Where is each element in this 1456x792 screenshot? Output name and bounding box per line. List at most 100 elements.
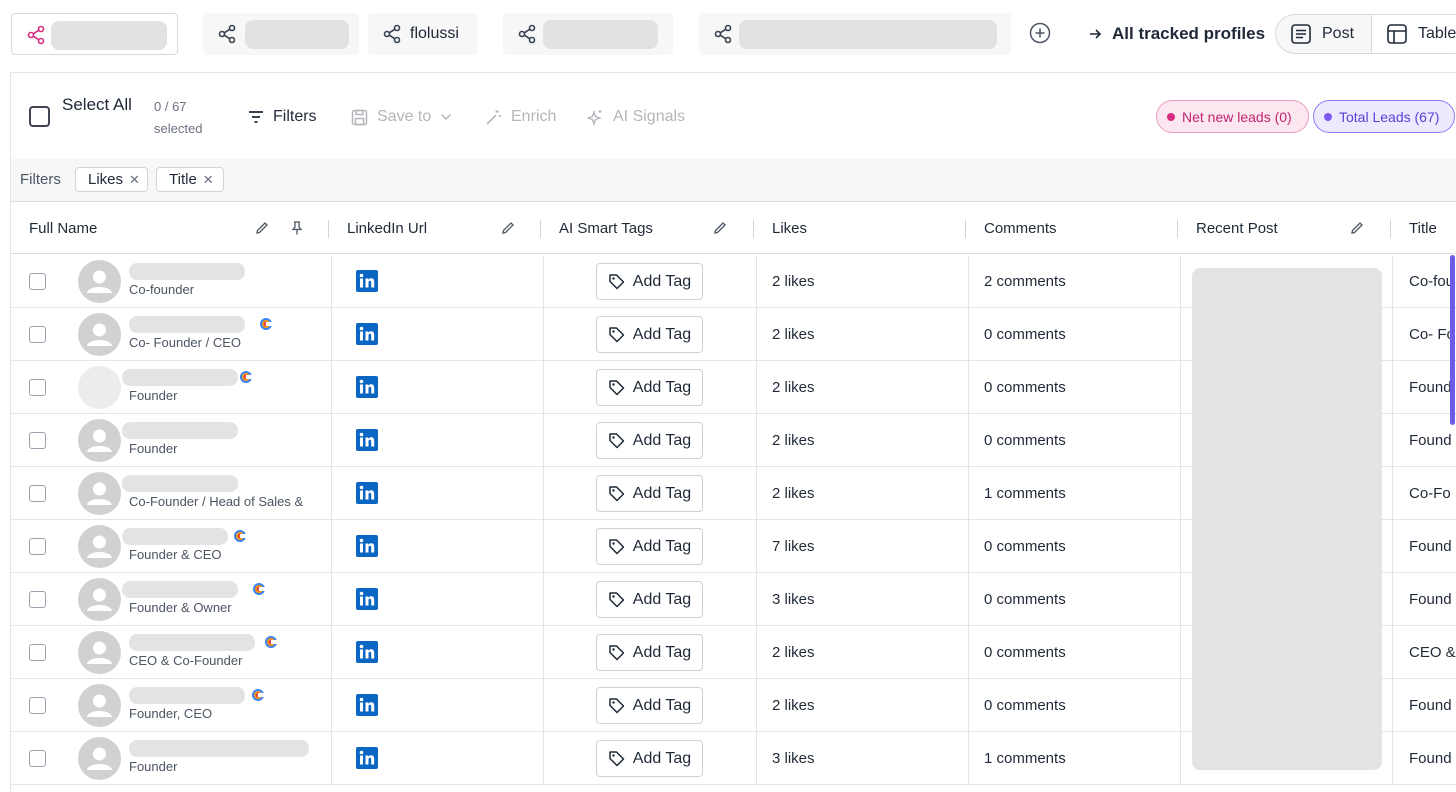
lead-role: Co-founder: [129, 282, 195, 297]
filter-chip-label: Title: [169, 171, 197, 188]
add-tag-button[interactable]: Add Tag: [596, 687, 703, 724]
enrich-button[interactable]: Enrich: [485, 106, 556, 128]
profile-tab-1[interactable]: [11, 13, 178, 55]
column-header-title[interactable]: Title: [1409, 202, 1437, 254]
row-checkbox[interactable]: [29, 644, 46, 661]
tag-icon: [609, 380, 625, 396]
chevron-down-icon: [441, 113, 452, 121]
name-placeholder: [122, 422, 238, 439]
pencil-icon[interactable]: [712, 220, 728, 236]
all-tracked-profiles-link[interactable]: All tracked profiles: [1088, 22, 1265, 46]
tag-icon: [609, 539, 625, 555]
row-checkbox[interactable]: [29, 750, 46, 767]
cell-divider: [756, 520, 757, 573]
ai-signals-button[interactable]: AI Signals: [587, 106, 685, 128]
name-placeholder: [129, 634, 255, 651]
filter-chip-label: Likes: [88, 171, 124, 188]
likes-value: 2 likes: [772, 485, 815, 502]
row-checkbox[interactable]: [29, 379, 46, 396]
purple-dot-icon: [1324, 112, 1332, 121]
net-new-leads-pill[interactable]: Net new leads (0): [1156, 100, 1309, 133]
add-tag-button[interactable]: Add Tag: [596, 634, 703, 671]
column-divider[interactable]: [1390, 220, 1391, 238]
pencil-icon[interactable]: [254, 220, 270, 236]
linkedin-icon[interactable]: [356, 747, 378, 769]
linkedin-icon[interactable]: [356, 270, 378, 292]
column-header-ai-smart-tags[interactable]: AI Smart Tags: [559, 202, 653, 254]
add-tag-button[interactable]: Add Tag: [596, 740, 703, 777]
filter-chip-title[interactable]: Title ✕: [156, 167, 224, 192]
likes-value: 2 likes: [772, 326, 815, 343]
recent-post-preview[interactable]: [1192, 268, 1382, 770]
linkedin-icon[interactable]: [356, 641, 378, 663]
user-silhouette-icon: [78, 366, 121, 409]
avatar: [78, 472, 121, 515]
column-divider[interactable]: [753, 220, 754, 238]
column-divider[interactable]: [965, 220, 966, 238]
linkedin-icon[interactable]: [356, 323, 378, 345]
total-leads-pill[interactable]: Total Leads (67): [1313, 100, 1455, 133]
row-checkbox[interactable]: [29, 538, 46, 555]
column-header-comments[interactable]: Comments: [984, 202, 1057, 254]
cell-divider: [331, 414, 332, 467]
row-checkbox[interactable]: [29, 485, 46, 502]
avatar: [78, 631, 121, 674]
profile-tab-4[interactable]: [503, 13, 673, 55]
add-tag-button[interactable]: Add Tag: [596, 528, 703, 565]
column-header-likes[interactable]: Likes: [772, 202, 807, 254]
vertical-scrollbar[interactable]: [1450, 255, 1455, 425]
column-header-full-name[interactable]: Full Name: [29, 202, 97, 254]
linkedin-icon[interactable]: [356, 694, 378, 716]
add-tag-button[interactable]: Add Tag: [596, 422, 703, 459]
close-icon[interactable]: ✕: [129, 172, 140, 188]
column-header-recent-post[interactable]: Recent Post: [1196, 202, 1278, 254]
column-header-linkedin-url[interactable]: LinkedIn Url: [347, 202, 427, 254]
profile-tab-2[interactable]: [203, 13, 359, 55]
linkedin-icon[interactable]: [356, 535, 378, 557]
cell-divider: [543, 308, 544, 361]
add-tag-button[interactable]: Add Tag: [596, 369, 703, 406]
add-tag-label: Add Tag: [632, 696, 692, 714]
row-checkbox[interactable]: [29, 432, 46, 449]
likes-value: 3 likes: [772, 591, 815, 608]
view-post-button[interactable]: Post: [1290, 15, 1354, 53]
pin-icon[interactable]: [289, 220, 305, 236]
linkedin-icon[interactable]: [356, 376, 378, 398]
add-tag-button[interactable]: Add Tag: [596, 475, 703, 512]
lead-role: Founder, CEO: [129, 706, 213, 721]
enrich-label: Enrich: [511, 108, 557, 125]
column-divider[interactable]: [1177, 220, 1178, 238]
row-checkbox[interactable]: [29, 591, 46, 608]
filter-chip-likes[interactable]: Likes ✕: [75, 167, 148, 192]
cell-divider: [331, 679, 332, 732]
cell-divider: [543, 626, 544, 679]
column-divider[interactable]: [328, 220, 329, 238]
row-checkbox[interactable]: [29, 273, 46, 290]
cell-divider: [543, 573, 544, 626]
add-tag-label: Add Tag: [632, 643, 692, 661]
comments-value: 2 comments: [984, 273, 1066, 290]
filters-button[interactable]: Filters: [248, 106, 317, 128]
pencil-icon[interactable]: [500, 220, 516, 236]
column-divider[interactable]: [540, 220, 541, 238]
cell-divider: [1392, 308, 1393, 361]
profile-tab-5[interactable]: [699, 13, 1011, 55]
add-tab-icon[interactable]: [1029, 22, 1051, 44]
linkedin-icon[interactable]: [356, 429, 378, 451]
row-checkbox[interactable]: [29, 326, 46, 343]
add-tag-button[interactable]: Add Tag: [596, 263, 703, 300]
row-checkbox[interactable]: [29, 697, 46, 714]
pencil-icon[interactable]: [1349, 220, 1365, 236]
save-to-button[interactable]: Save to: [351, 106, 452, 128]
add-tag-button[interactable]: Add Tag: [596, 316, 703, 353]
linkedin-icon[interactable]: [356, 588, 378, 610]
add-tag-button[interactable]: Add Tag: [596, 581, 703, 618]
select-all-label[interactable]: Select All: [62, 92, 132, 117]
profile-tab-3[interactable]: flolussi: [368, 13, 478, 55]
title-value: Found: [1409, 697, 1452, 714]
close-icon[interactable]: ✕: [203, 172, 214, 188]
view-table-button[interactable]: Table: [1371, 15, 1456, 53]
title-value: Co- Fo: [1409, 326, 1455, 343]
linkedin-icon[interactable]: [356, 482, 378, 504]
select-all-checkbox[interactable]: [29, 106, 50, 127]
